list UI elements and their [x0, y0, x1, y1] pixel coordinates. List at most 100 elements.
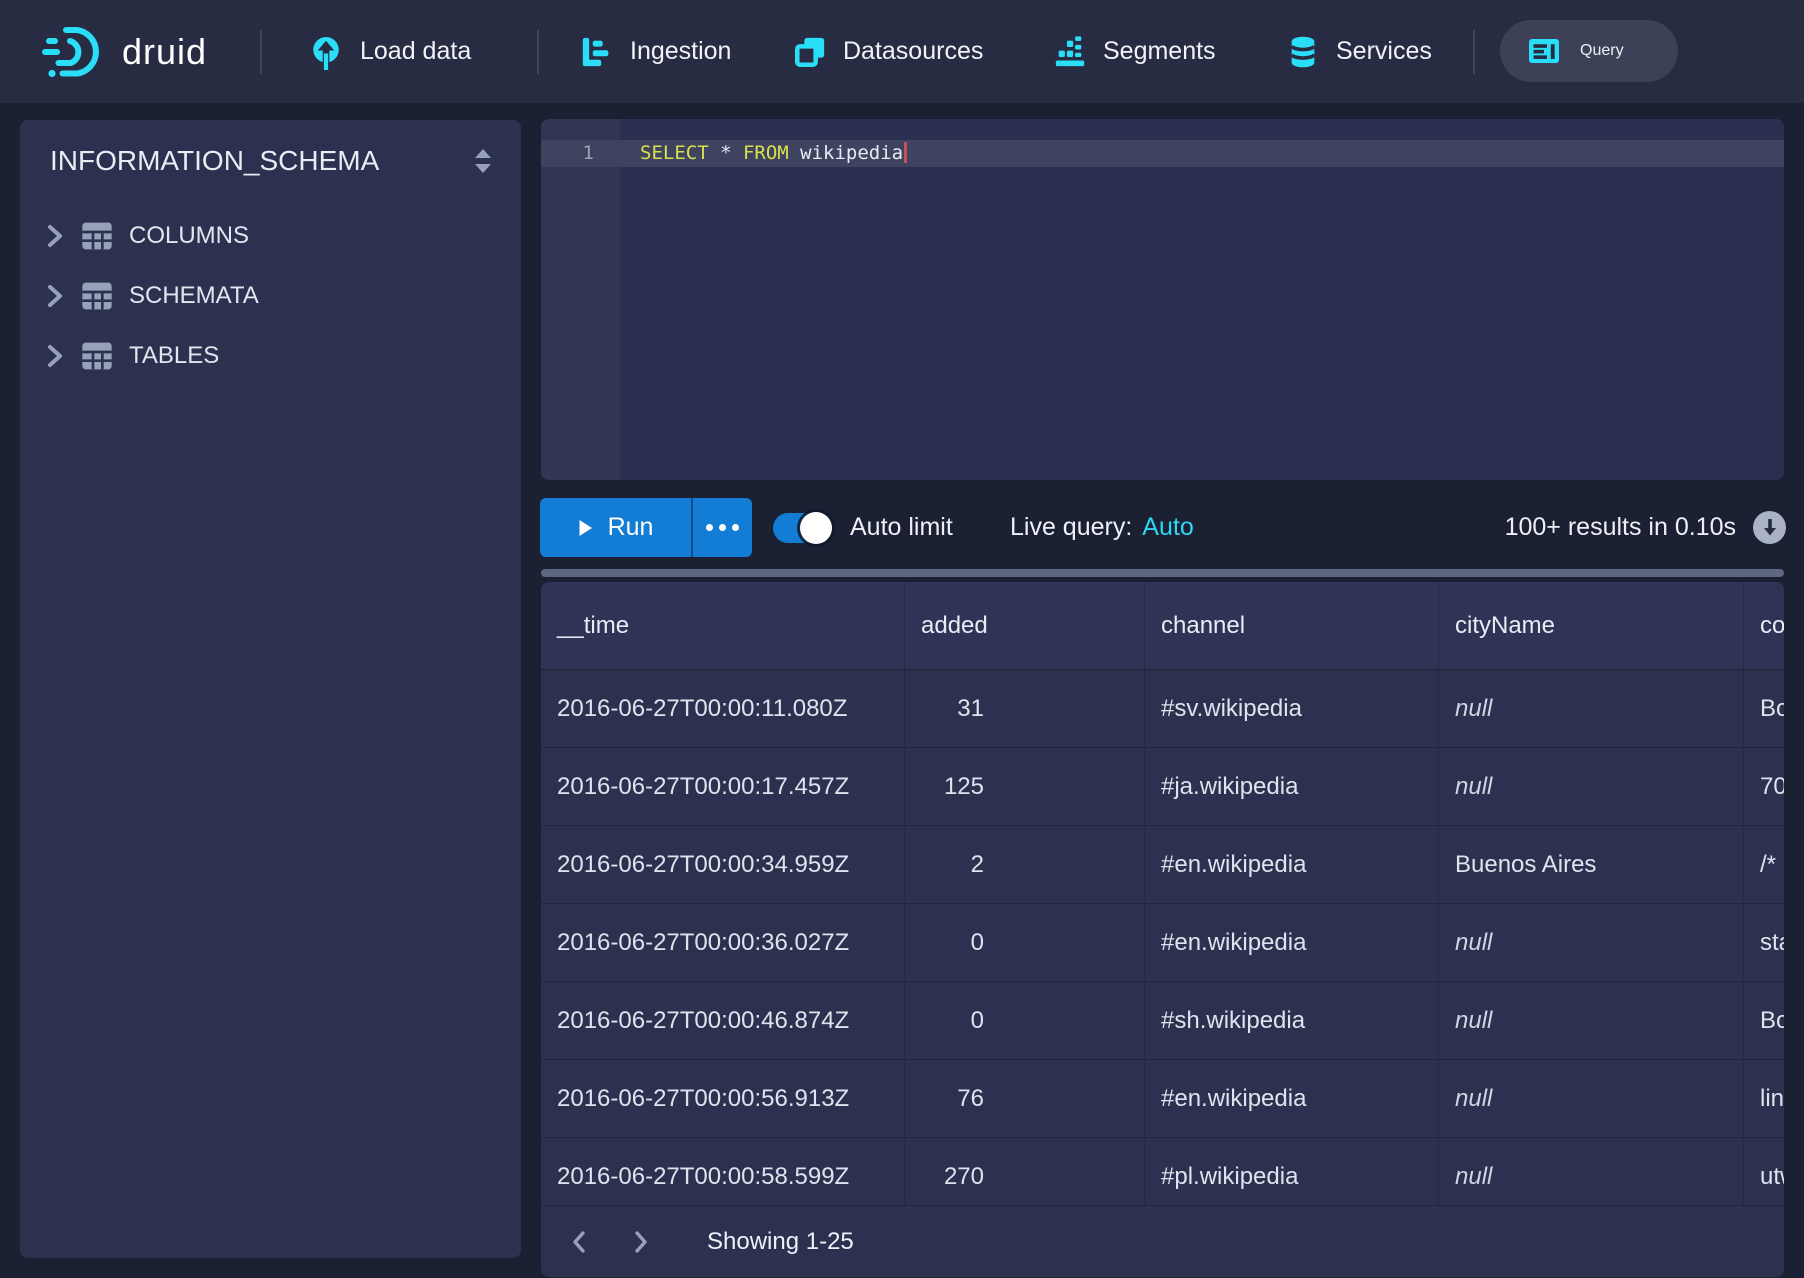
- cell-cityname: null: [1439, 1060, 1744, 1137]
- sql-plain: wikipedia: [789, 142, 903, 164]
- cell-comment: 70:: [1744, 748, 1784, 825]
- cell-cityname: null: [1439, 904, 1744, 981]
- editor-gutter: [541, 119, 620, 480]
- cell-comment: /* S: [1744, 826, 1784, 903]
- upload-icon: [308, 34, 344, 70]
- sql-text[interactable]: SELECT * FROM wikipedia: [640, 140, 907, 167]
- navbar-divider: [537, 30, 539, 74]
- chevron-right-icon[interactable]: [45, 223, 81, 249]
- more-icon: [706, 524, 713, 531]
- table-row: 2016-06-27T00:00:36.027Z 0 #en.wikipedia…: [541, 904, 1784, 982]
- more-icon: [719, 524, 726, 531]
- navbar-divider: [260, 30, 262, 74]
- download-results-button[interactable]: [1753, 511, 1786, 544]
- table-row: 2016-06-27T00:00:11.080Z 31 #sv.wikipedi…: [541, 670, 1784, 748]
- schema-selector[interactable]: INFORMATION_SCHEMA: [50, 138, 495, 184]
- table-row: 2016-06-27T00:00:58.599Z 270 #pl.wikiped…: [541, 1138, 1784, 1205]
- cell-time: 2016-06-27T00:00:58.599Z: [541, 1138, 905, 1205]
- schema-sidebar: INFORMATION_SCHEMA COLUMNS: [20, 120, 521, 1258]
- text-cursor: [904, 142, 907, 163]
- cell-cityname: null: [1439, 670, 1744, 747]
- table-header-row: __time added channel cityName comment: [541, 582, 1784, 670]
- cell-comment: utw: [1744, 1138, 1784, 1205]
- column-header-channel[interactable]: channel: [1145, 582, 1439, 669]
- live-query-control: Live query: Auto: [1010, 498, 1194, 557]
- cell-added: 31: [905, 670, 1145, 747]
- chevron-right-icon[interactable]: [45, 283, 81, 309]
- double-caret-vertical-icon[interactable]: [471, 147, 495, 175]
- services-icon: [1286, 35, 1320, 69]
- run-button[interactable]: Run: [540, 498, 691, 557]
- chevron-right-icon[interactable]: [45, 343, 81, 369]
- cell-time: 2016-06-27T00:00:36.027Z: [541, 904, 905, 981]
- results-summary-group: 100+ results in 0.10s: [1505, 498, 1786, 557]
- toggle-knob: [800, 512, 832, 544]
- table-icon: [81, 221, 129, 251]
- run-button-group: Run: [540, 498, 752, 557]
- cell-comment: Bot: [1744, 982, 1784, 1059]
- tree-item-label: COLUMNS: [129, 222, 249, 250]
- cell-comment: sta: [1744, 904, 1784, 981]
- segments-icon: [1053, 35, 1087, 69]
- nav-item-label: Segments: [1103, 37, 1216, 66]
- play-icon: [578, 519, 593, 537]
- top-navbar: druid Load data Ingestion: [0, 0, 1804, 103]
- nav-item-label: Query: [1580, 42, 1624, 60]
- pagination-status: Showing 1-25: [707, 1228, 854, 1256]
- cell-channel: #sv.wikipedia: [1145, 670, 1439, 747]
- nav-item-query-active[interactable]: Query: [1500, 20, 1678, 82]
- line-number: 1: [541, 140, 620, 167]
- tree-item-schemata[interactable]: SCHEMATA: [20, 266, 521, 326]
- auto-limit-toggle[interactable]: [773, 513, 829, 543]
- nav-item-ingestion[interactable]: Ingestion: [580, 0, 731, 103]
- druid-logo-icon: [42, 24, 108, 80]
- run-button-label: Run: [608, 513, 654, 542]
- sql-keyword: SELECT: [640, 142, 709, 164]
- cell-time: 2016-06-27T00:00:11.080Z: [541, 670, 905, 747]
- results-horizontal-scrollbar[interactable]: [541, 569, 1784, 577]
- tree-item-columns[interactable]: COLUMNS: [20, 206, 521, 266]
- column-header-comment[interactable]: comment: [1744, 582, 1784, 669]
- nav-item-label: Ingestion: [630, 37, 731, 66]
- live-query-value[interactable]: Auto: [1142, 513, 1193, 542]
- druid-brand: druid: [42, 0, 207, 103]
- cell-channel: #en.wikipedia: [1145, 1060, 1439, 1137]
- results-summary-text: 100+ results in 0.10s: [1505, 513, 1736, 542]
- table-row: 2016-06-27T00:00:46.874Z 0 #sh.wikipedia…: [541, 982, 1784, 1060]
- cell-cityname: null: [1439, 748, 1744, 825]
- column-header-added[interactable]: added: [905, 582, 1145, 669]
- cell-time: 2016-06-27T00:00:56.913Z: [541, 1060, 905, 1137]
- cell-time: 2016-06-27T00:00:46.874Z: [541, 982, 905, 1059]
- nav-item-load-data[interactable]: Load data: [308, 0, 471, 103]
- ingestion-icon: [580, 35, 614, 69]
- schema-tree: COLUMNS SCHEMATA: [20, 206, 521, 386]
- cell-added: 0: [905, 904, 1145, 981]
- nav-item-datasources[interactable]: Datasources: [793, 0, 983, 103]
- table-row: 2016-06-27T00:00:34.959Z 2 #en.wikipedia…: [541, 826, 1784, 904]
- table-row: 2016-06-27T00:00:17.457Z 125 #ja.wikiped…: [541, 748, 1784, 826]
- schema-title: INFORMATION_SCHEMA: [50, 145, 379, 177]
- previous-page-button[interactable]: [557, 1220, 601, 1264]
- cell-added: 0: [905, 982, 1145, 1059]
- column-header-time[interactable]: __time: [541, 582, 905, 669]
- cell-channel: #en.wikipedia: [1145, 904, 1439, 981]
- sql-editor[interactable]: 1 SELECT * FROM wikipedia: [541, 119, 1784, 480]
- results-table: __time added channel cityName comment 20…: [541, 582, 1784, 1205]
- nav-item-label: Datasources: [843, 37, 983, 66]
- nav-item-segments[interactable]: Segments: [1053, 0, 1216, 103]
- column-header-cityname[interactable]: cityName: [1439, 582, 1744, 669]
- sql-keyword: FROM: [743, 142, 789, 164]
- cell-channel: #pl.wikipedia: [1145, 1138, 1439, 1205]
- table-icon: [81, 281, 129, 311]
- cell-channel: #en.wikipedia: [1145, 826, 1439, 903]
- more-options-button[interactable]: [693, 498, 752, 557]
- cell-added: 270: [905, 1138, 1145, 1205]
- nav-item-label: Load data: [360, 37, 471, 66]
- next-page-button[interactable]: [619, 1220, 663, 1264]
- tree-item-label: TABLES: [129, 342, 219, 370]
- nav-item-services[interactable]: Services: [1286, 0, 1432, 103]
- tree-item-tables[interactable]: TABLES: [20, 326, 521, 386]
- more-icon: [732, 524, 739, 531]
- cell-time: 2016-06-27T00:00:34.959Z: [541, 826, 905, 903]
- cell-added: 76: [905, 1060, 1145, 1137]
